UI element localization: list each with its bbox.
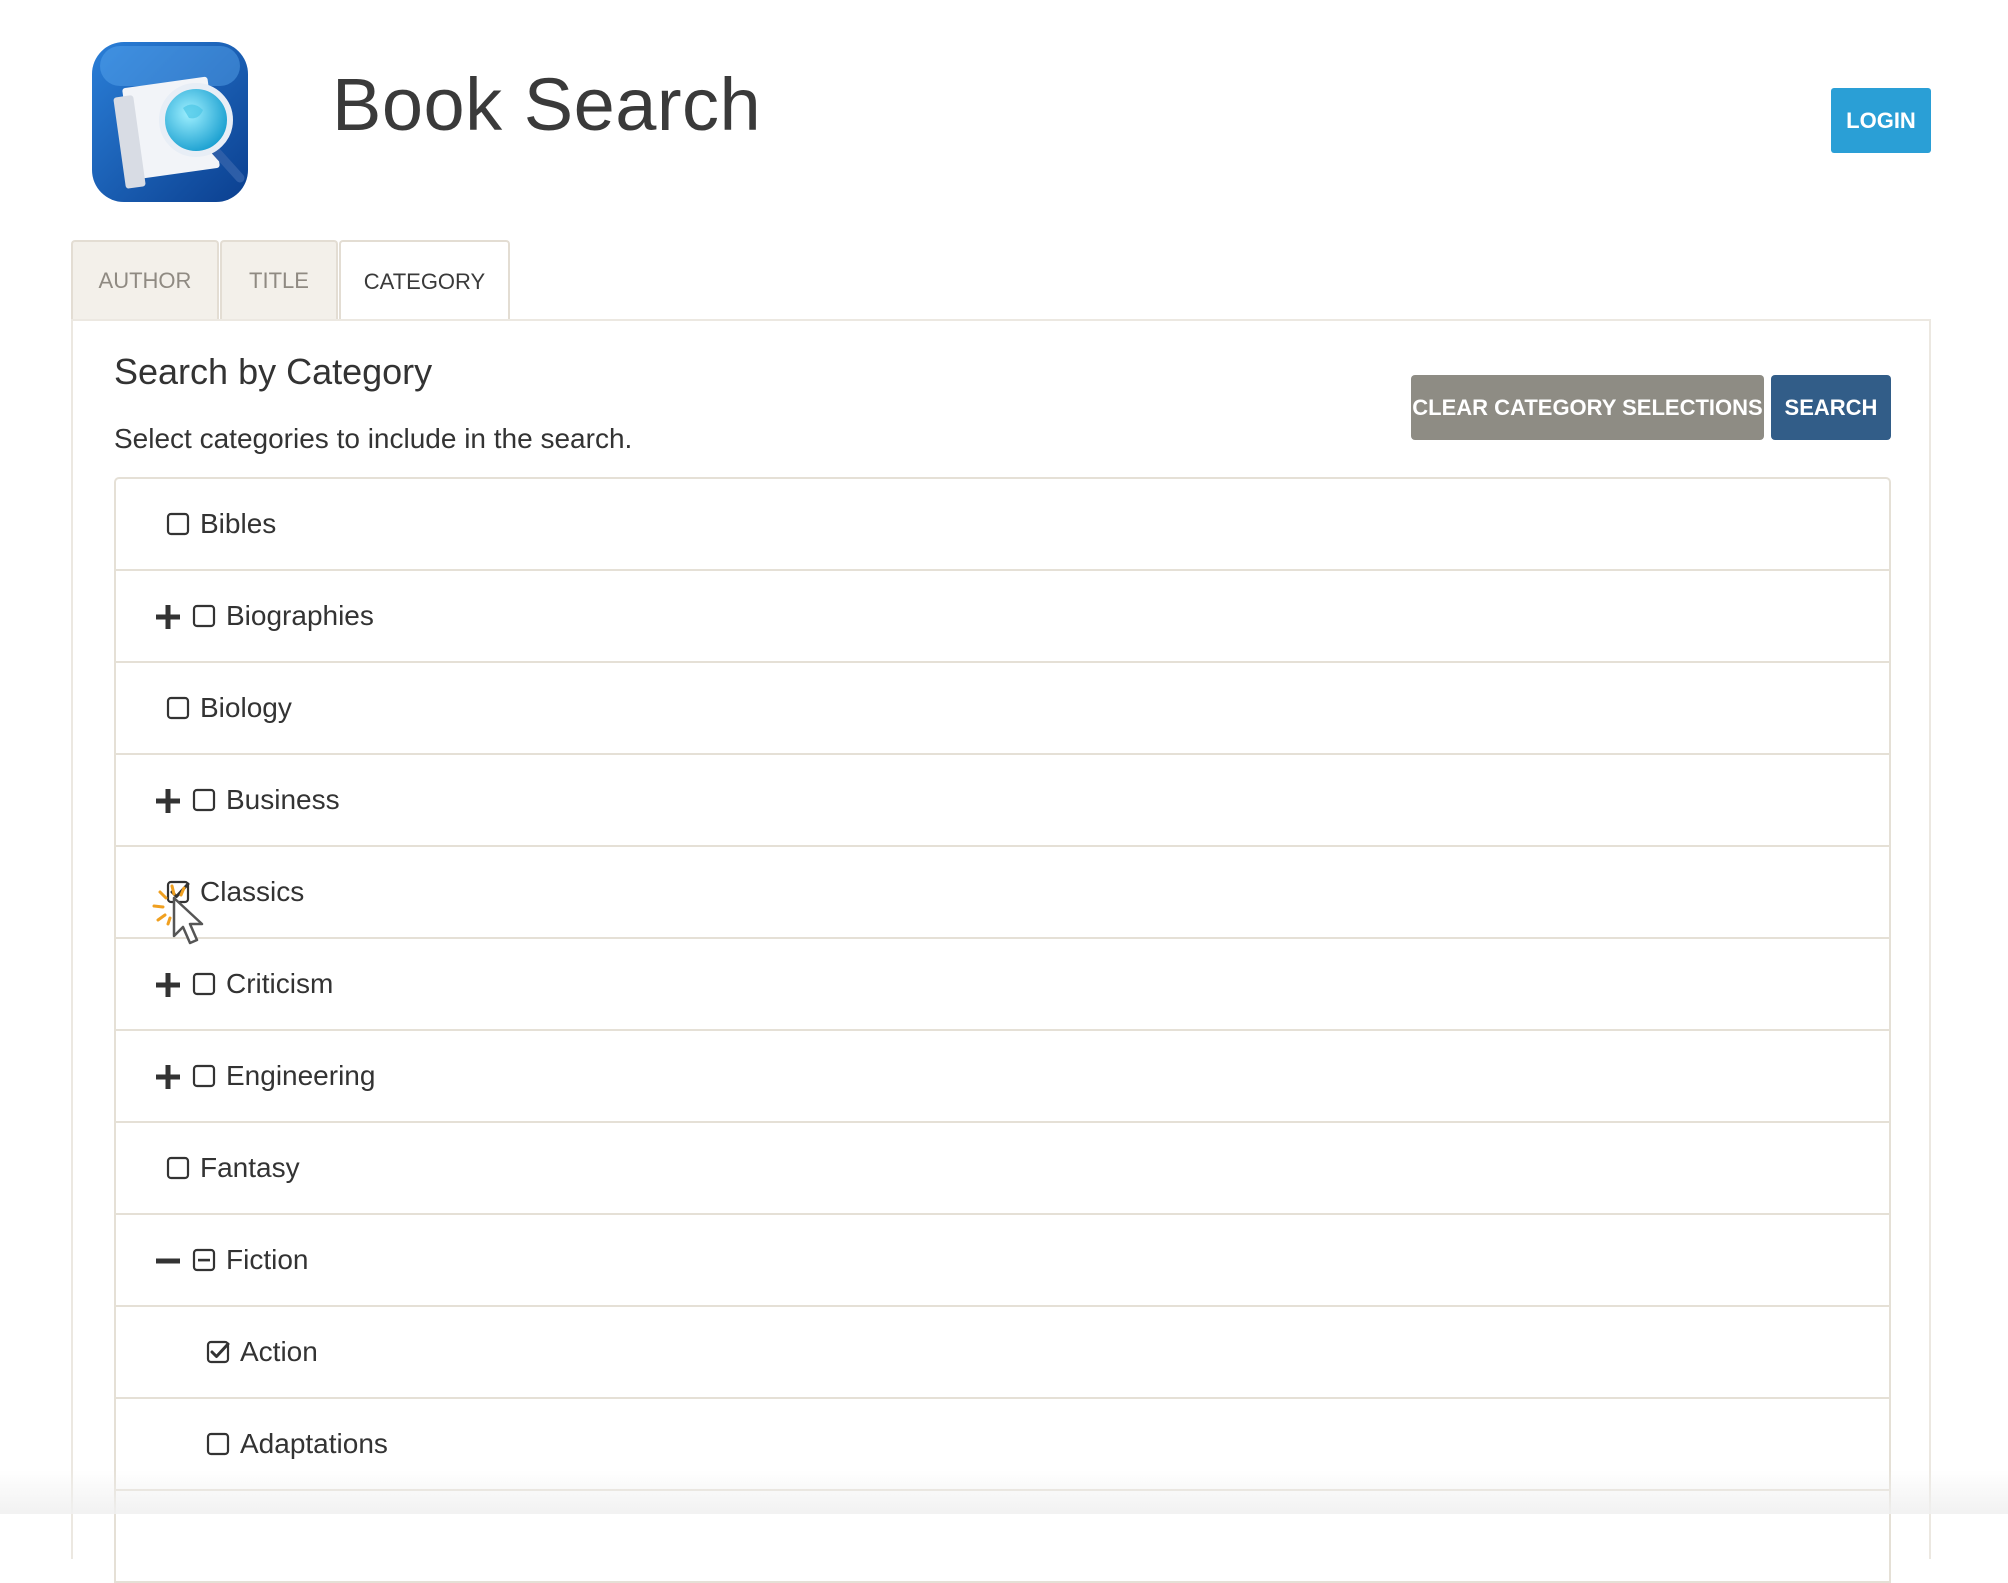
collapse-minus-icon[interactable] <box>156 1248 180 1272</box>
checkbox-empty-icon[interactable] <box>206 1431 230 1456</box>
category-label[interactable]: Action <box>240 1333 318 1371</box>
category-search-panel: Search by Category Select categories to … <box>71 319 1931 1583</box>
tab-title[interactable]: TITLE <box>220 240 338 319</box>
checkbox-checked-icon[interactable] <box>166 879 190 904</box>
checkbox-empty-icon[interactable] <box>192 971 216 996</box>
category-label[interactable]: Bibles <box>200 505 276 543</box>
expand-plus-icon[interactable] <box>156 788 180 813</box>
tab-category-label: CATEGORY <box>363 268 486 294</box>
category-row: Bibles <box>116 479 1889 571</box>
category-list: Bibles Biographies Biology Business Classics… <box>114 477 1891 1583</box>
category-row: Fantasy <box>116 1123 1889 1215</box>
checkbox-empty-icon[interactable] <box>166 511 190 536</box>
category-label[interactable]: Biology <box>200 689 292 727</box>
category-label[interactable]: Adaptations <box>240 1425 388 1463</box>
category-row: Fiction <box>116 1215 1889 1307</box>
category-label[interactable]: Criticism <box>226 965 333 1003</box>
app-title: Book Search <box>332 63 762 146</box>
category-label[interactable]: Biographies <box>226 597 374 635</box>
checkbox-empty-icon[interactable] <box>166 695 190 720</box>
expand-plus-icon[interactable] <box>156 604 180 629</box>
checkbox-empty-icon[interactable] <box>192 787 216 812</box>
checkbox-empty-icon[interactable] <box>166 1155 190 1180</box>
app-logo-icon <box>88 38 258 208</box>
login-button[interactable]: LOGIN <box>1831 88 1931 153</box>
category-row: Classics <box>116 847 1889 939</box>
category-row: Biographies <box>116 571 1889 663</box>
category-label[interactable]: Fantasy <box>200 1149 300 1187</box>
category-label[interactable]: Fiction <box>226 1241 308 1279</box>
checkbox-checked-icon[interactable] <box>206 1339 230 1364</box>
bottom-shadow <box>0 1470 2008 1514</box>
category-row: Criticism <box>116 939 1889 1031</box>
checkbox-empty-icon[interactable] <box>192 603 216 628</box>
tab-category[interactable]: CATEGORY <box>339 240 510 321</box>
tab-author[interactable]: AUTHOR <box>71 240 219 319</box>
category-label[interactable]: Classics <box>200 873 304 911</box>
search-button[interactable]: SEARCH <box>1771 375 1891 440</box>
clear-category-selections-button[interactable]: CLEAR CATEGORY SELECTIONS <box>1411 375 1764 440</box>
category-label[interactable]: Business <box>226 781 340 819</box>
category-row: Engineering <box>116 1031 1889 1123</box>
category-label[interactable]: Engineering <box>226 1057 375 1095</box>
tab-author-label: AUTHOR <box>98 267 192 293</box>
category-row: Action <box>116 1307 1889 1399</box>
panel-description: Select categories to include in the sear… <box>114 423 633 454</box>
category-row: Business <box>116 755 1889 847</box>
checkbox-partial-icon[interactable] <box>192 1247 216 1272</box>
expand-plus-icon[interactable] <box>156 1064 180 1089</box>
category-row: Biology <box>116 663 1889 755</box>
expand-plus-icon[interactable] <box>156 972 180 997</box>
panel-title: Search by Category <box>114 351 433 392</box>
tab-title-label: TITLE <box>249 267 309 293</box>
checkbox-empty-icon[interactable] <box>192 1063 216 1088</box>
